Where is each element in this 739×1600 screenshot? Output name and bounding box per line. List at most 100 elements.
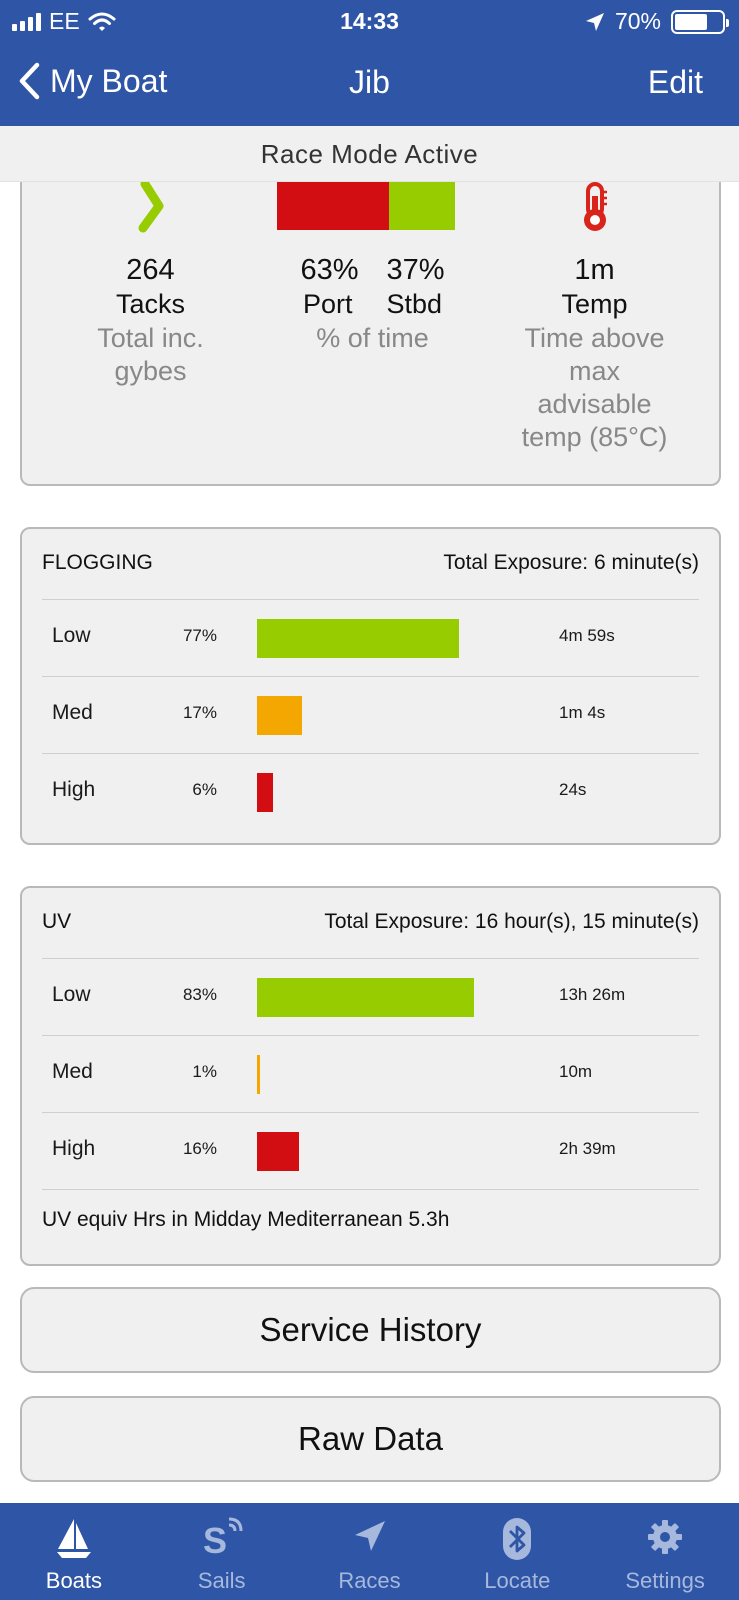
temp-value: 1m <box>574 254 615 286</box>
level-label: Med <box>52 1060 93 1083</box>
port-stbd-bar <box>277 182 455 230</box>
raw-data-button[interactable]: Raw Data <box>20 1396 721 1482</box>
port-stbd-stat: 63% 37% Port Stbd % of time <box>256 182 489 355</box>
summary-card: 264 Tacks Total inc. gybes 63% 37% Port … <box>20 182 721 486</box>
temp-label: Temp <box>561 289 628 319</box>
level-duration: 13h 26m <box>559 985 626 1004</box>
stbd-bar <box>389 182 455 230</box>
temp-desc-line: max <box>568 356 620 386</box>
level-percent: 6% <box>192 780 217 799</box>
status-bar: EE 14:33 70% <box>0 0 739 42</box>
port-stbd-values: 63% 37% <box>256 254 489 287</box>
level-percent: 83% <box>182 985 217 1004</box>
uv-row-low: Low 83% 13h 26m <box>42 958 699 1035</box>
level-bar <box>257 1132 299 1171</box>
tab-races[interactable]: Races <box>296 1503 444 1600</box>
level-duration: 24s <box>559 780 587 799</box>
tab-bar: Boats S Sails Races Locate Settings <box>0 1503 739 1600</box>
divider <box>42 1189 699 1190</box>
tab-boats[interactable]: Boats <box>0 1503 148 1600</box>
tacks-value: 264 <box>126 254 175 286</box>
level-bar-track <box>257 1055 507 1094</box>
tab-label: Boats <box>45 1568 103 1593</box>
tacks-desc-line: gybes <box>114 356 187 386</box>
port-stbd-desc: % of time <box>316 323 429 353</box>
flogging-row-low: Low 77% 4m 59s <box>42 599 699 676</box>
battery-icon <box>671 9 729 34</box>
uv-total: Total Exposure: 16 hour(s), 15 minute(s) <box>324 910 699 933</box>
tacks-desc-line: Total inc. <box>97 323 204 353</box>
tab-label: Races <box>338 1568 401 1593</box>
port-percent: 63% <box>300 254 359 286</box>
edit-button[interactable]: Edit <box>648 64 703 101</box>
port-label: Port <box>302 289 353 319</box>
tab-locate[interactable]: Locate <box>443 1503 591 1600</box>
level-bar-track <box>257 696 507 735</box>
level-duration: 2h 39m <box>559 1139 616 1158</box>
tacks-desc: Total inc. gybes <box>34 322 267 388</box>
level-label: Low <box>52 624 91 647</box>
level-label: Med <box>52 701 93 724</box>
level-bar <box>257 1055 260 1094</box>
tab-label: Settings <box>625 1568 705 1593</box>
sail-signal-icon: S <box>203 1517 243 1561</box>
level-label: High <box>52 778 96 801</box>
status-right: 70% <box>585 8 729 35</box>
flogging-rows: Low 77% 4m 59s Med 17% 1m 4s High 6% 24s <box>42 599 699 830</box>
svg-text:S: S <box>203 1520 227 1561</box>
level-percent: 1% <box>192 1062 217 1081</box>
temp-desc-line: temp (85°C) <box>521 422 668 452</box>
level-bar-track <box>257 619 507 658</box>
flogging-title: FLOGGING <box>42 551 153 574</box>
uv-title: UV <box>42 910 72 933</box>
tack-zigzag-icon <box>138 182 163 233</box>
uv-card: UV Total Exposure: 16 hour(s), 15 minute… <box>20 886 721 1266</box>
level-label: High <box>52 1137 96 1160</box>
temp-desc: Time above max advisable temp (85°C) <box>478 322 711 454</box>
page-title: Jib <box>349 64 390 100</box>
tab-sails[interactable]: S Sails <box>148 1503 296 1600</box>
port-bar <box>277 182 390 230</box>
temp-stat: 1m Temp Time above max advisable temp (8… <box>478 182 711 454</box>
level-bar-track <box>257 978 507 1017</box>
flogging-header: FLOGGING Total Exposure: 6 minute(s) <box>42 551 699 575</box>
level-bar <box>257 978 474 1017</box>
uv-footnote: UV equiv Hrs in Midday Mediterranean 5.3… <box>42 1208 450 1231</box>
bluetooth-icon <box>503 1518 532 1560</box>
flogging-card: FLOGGING Total Exposure: 6 minute(s) Low… <box>20 527 721 845</box>
tacks-label: Tacks <box>115 289 186 319</box>
stbd-label: Stbd <box>386 289 443 319</box>
level-bar <box>257 619 459 658</box>
temp-desc-line: Time above <box>524 323 665 353</box>
location-arrow-icon <box>585 12 604 31</box>
navigation-bar: My Boat Jib Edit <box>0 56 739 112</box>
level-label: Low <box>52 983 91 1006</box>
tacks-stat: 264 Tacks Total inc. gybes <box>34 182 267 388</box>
uv-rows: Low 83% 13h 26m Med 1% 10m High 16% 2h 3… <box>42 958 699 1190</box>
flogging-total: Total Exposure: 6 minute(s) <box>443 551 699 574</box>
flogging-row-high: High 6% 24s <box>42 753 699 830</box>
uv-header: UV Total Exposure: 16 hour(s), 15 minute… <box>42 910 699 934</box>
temp-desc-line: advisable <box>537 389 652 419</box>
service-history-button[interactable]: Service History <box>20 1287 721 1373</box>
tab-label: Sails <box>197 1568 246 1593</box>
level-bar <box>257 773 273 812</box>
flogging-row-med: Med 17% 1m 4s <box>42 676 699 753</box>
level-bar-track <box>257 773 507 812</box>
header: EE 14:33 70% My Boat Jib Edit <box>0 0 739 126</box>
level-percent: 77% <box>182 626 217 645</box>
level-percent: 16% <box>182 1139 217 1158</box>
thermometer-icon <box>583 182 607 231</box>
race-mode-banner: Race Mode Active <box>0 126 739 182</box>
uv-row-high: High 16% 2h 39m <box>42 1112 699 1189</box>
level-percent: 17% <box>182 703 217 722</box>
sailboat-icon <box>56 1519 91 1558</box>
tab-label: Locate <box>484 1568 551 1593</box>
tab-settings[interactable]: Settings <box>591 1503 739 1600</box>
level-duration: 1m 4s <box>559 703 606 722</box>
uv-row-med: Med 1% 10m <box>42 1035 699 1112</box>
stbd-percent: 37% <box>386 254 445 286</box>
gear-icon <box>648 1520 683 1554</box>
level-duration: 4m 59s <box>559 626 615 645</box>
level-duration: 10m <box>559 1062 593 1081</box>
